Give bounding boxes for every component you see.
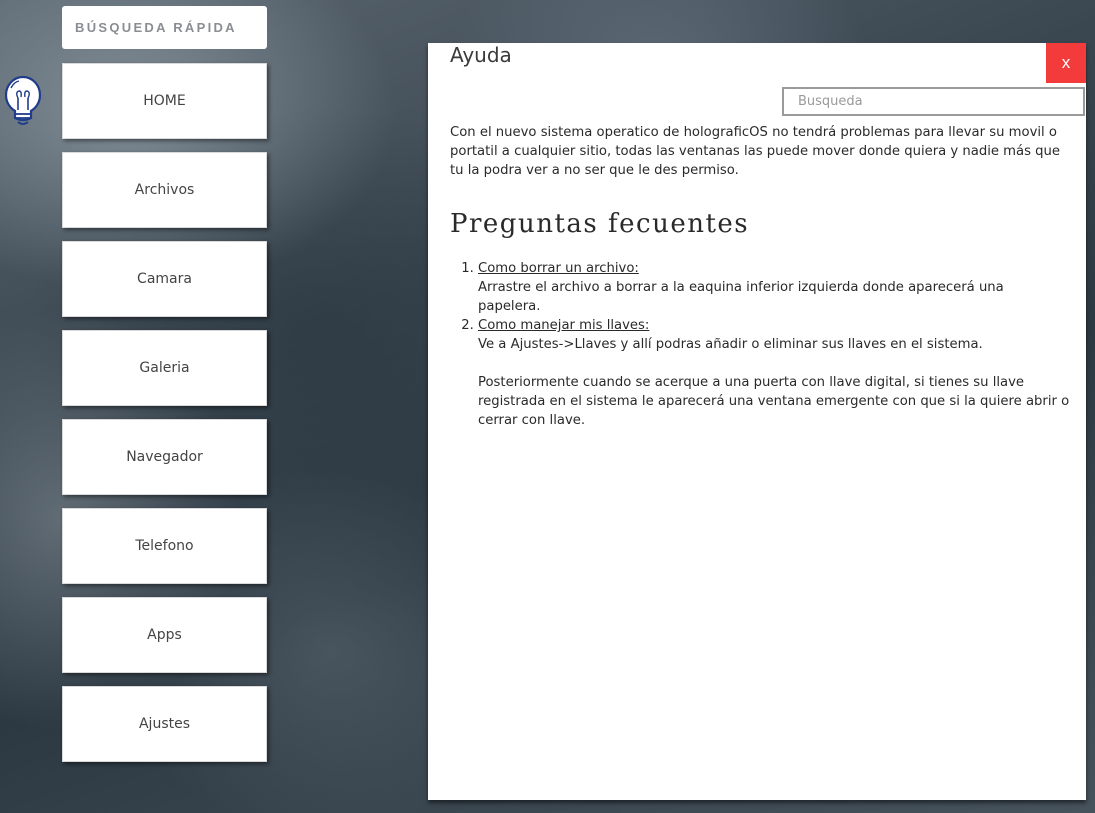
menu-item-ajustes[interactable]: Ajustes [62, 686, 267, 762]
menu-item-camara[interactable]: Camara [62, 241, 267, 317]
menu-item-apps[interactable]: Apps [62, 597, 267, 673]
help-window[interactable]: Ayuda x Con el nuevo sistema operatico d… [428, 43, 1086, 800]
faq-question-link[interactable]: Como borrar un archivo: [478, 261, 639, 276]
menu-item-galeria[interactable]: Galeria [62, 330, 267, 406]
faq-question-link[interactable]: Como manejar mis llaves: [478, 318, 649, 333]
faq-item: Como manejar mis llaves: Ve a Ajustes->L… [478, 316, 1070, 430]
menu-item-archivos[interactable]: Archivos [62, 152, 267, 228]
faq-item: Como borrar un archivo: Arrastre el arch… [478, 259, 1070, 316]
faq-list: Como borrar un archivo: Arrastre el arch… [450, 259, 1070, 430]
search-input[interactable] [782, 87, 1085, 116]
lightbulb-icon[interactable] [3, 74, 43, 128]
faq-spacer [478, 354, 1070, 373]
help-intro-text: Con el nuevo sistema operatico de hologr… [450, 125, 1061, 178]
close-button[interactable]: x [1046, 43, 1086, 83]
menu-item-home[interactable]: HOME [62, 63, 267, 139]
faq-answer: Ve a Ajustes->Llaves y allí podras añadi… [478, 337, 983, 352]
faq-answer: Arrastre el archivo a borrar a la eaquin… [478, 280, 1004, 314]
faq-heading: Preguntas fecuentes [450, 209, 750, 239]
help-window-title: Ayuda [450, 43, 512, 67]
menu-item-telefono[interactable]: Telefono [62, 508, 267, 584]
faq-answer-extra: Posteriormente cuando se acerque a una p… [478, 375, 1070, 428]
menu-item-navegador[interactable]: Navegador [62, 419, 267, 495]
quick-search-button[interactable]: BÚSQUEDA RÁPIDA [62, 6, 267, 49]
